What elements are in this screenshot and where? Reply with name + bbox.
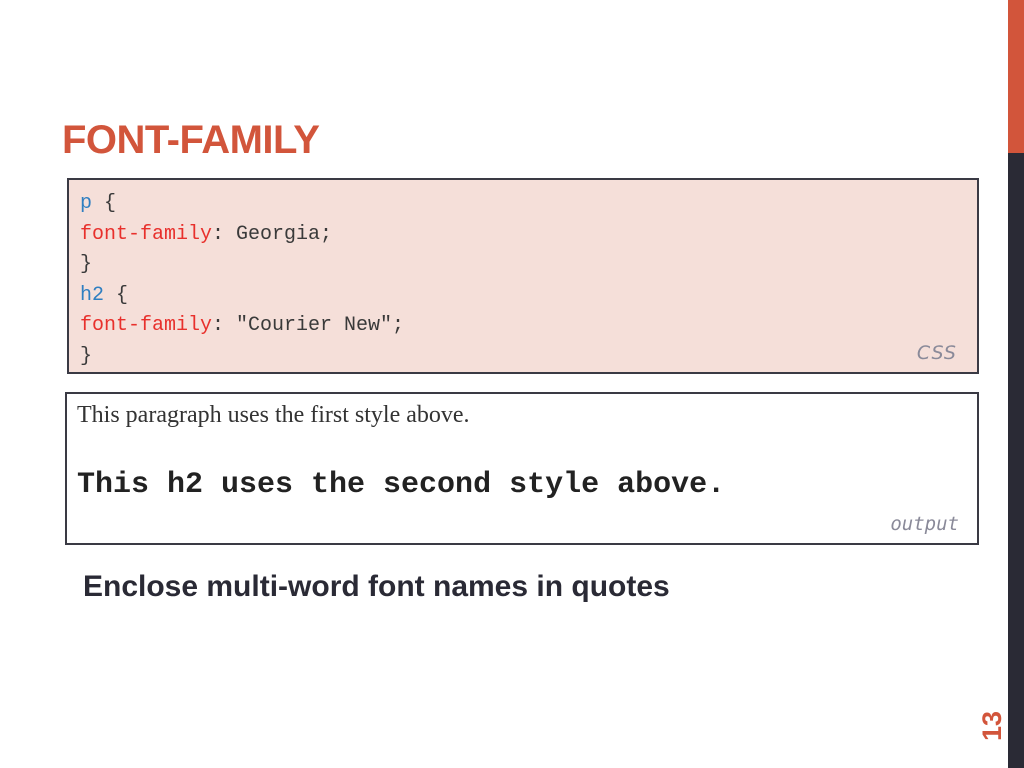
code-property: font-family [80,222,213,246]
output-block: This paragraph uses the first style abov… [65,392,979,545]
code-property: font-family [80,314,213,337]
code-selector: h2 [80,283,105,307]
code-line: font-family: "Courier New"; [80,314,404,337]
output-label: output [890,513,959,535]
code-text: { [104,283,129,307]
code-lines: p { font-family: Georgia; } h2 { font-fa… [80,189,404,372]
code-line: } [80,253,93,276]
code-text: : "Courier New"; [212,314,405,337]
sidebar-dark-bar [1008,153,1024,768]
code-selector: p [80,192,93,215]
css-label: CSS [916,342,957,364]
code-line: font-family: Georgia; [80,223,332,246]
code-line: } [80,344,93,368]
code-text: { [92,192,117,215]
code-text: : Georgia; [212,222,333,246]
sidebar-accent-bar [1008,0,1024,153]
page-number: 13 [977,710,1007,742]
output-h2: This h2 uses the second style above. [77,468,726,502]
code-line: p { [80,192,116,215]
slide-note: Enclose multi-word font names in quotes [83,570,670,603]
slide-title: FONT-FAMILY [62,118,320,162]
code-line: h2 { [80,284,128,307]
css-code-block: p { font-family: Georgia; } h2 { font-fa… [67,178,979,374]
output-paragraph: This paragraph uses the first style abov… [77,402,470,428]
